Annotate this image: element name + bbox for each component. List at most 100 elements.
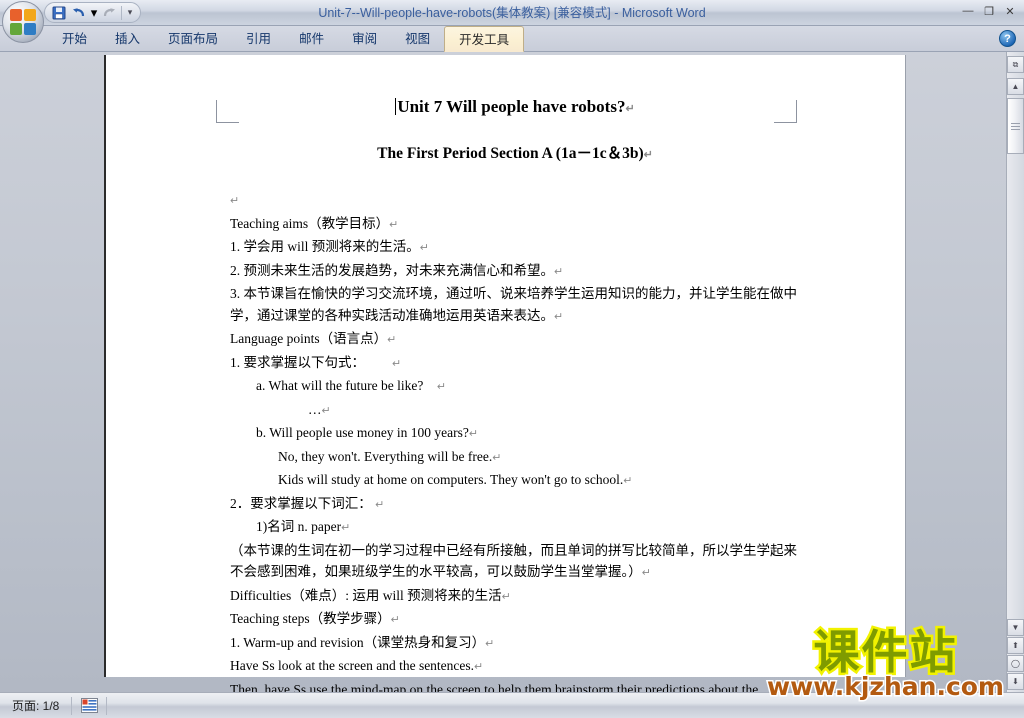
view-ruler-icon[interactable]: ⧉ bbox=[1007, 56, 1024, 73]
document-line-text: （本节课的生词在初一的学习过程中已经有所接触，而且单词的拼写比较简单，所以学生学… bbox=[230, 542, 797, 580]
status-separator bbox=[106, 696, 108, 715]
document-line: Language points（语言点）↵ bbox=[230, 328, 800, 352]
undo-dropdown-icon[interactable]: ▾ bbox=[89, 4, 99, 22]
window-title: Unit-7--Will-people-have-robots(集体教案) [兼… bbox=[318, 6, 706, 20]
document-line: ↵ bbox=[230, 189, 800, 213]
document-line-text: 3. 本节课旨在愉快的学习交流环境，通过听、说来培养学生运用知识的能力，并让学生… bbox=[230, 286, 797, 323]
help-button[interactable]: ? bbox=[999, 30, 1016, 47]
document-workspace: Unit 7 Will people have robots?↵ The Fir… bbox=[0, 52, 1024, 718]
scrollbar-grip-icon bbox=[1011, 122, 1020, 130]
scroll-down-button[interactable]: ▼ bbox=[1007, 619, 1024, 636]
document-line-text: 1. 学会用 will 预测将来的生活。 bbox=[230, 239, 420, 254]
document-line-text: a. What will the future be like? bbox=[256, 378, 437, 393]
pilcrow-icon: ↵ bbox=[468, 428, 479, 440]
tab-review[interactable]: 审阅 bbox=[338, 26, 391, 52]
pilcrow-icon: ↵ bbox=[641, 567, 651, 579]
restore-button[interactable]: ❐ bbox=[979, 2, 999, 20]
pilcrow-icon: ↵ bbox=[375, 498, 385, 511]
quick-access-toolbar: ▾ ▾ bbox=[44, 2, 141, 23]
document-line: Have Ss look at the screen and the sente… bbox=[230, 655, 800, 679]
document-line: Difficulties（难点）: 运用 will 预测将来的生活↵ bbox=[230, 585, 800, 609]
document-line-text: No, they won't. Everything will be free. bbox=[278, 448, 493, 464]
document-line-text: 1. Warm-up and revision（课堂热身和复习） bbox=[230, 634, 486, 650]
document-line-text: Language points（语言点） bbox=[230, 331, 388, 346]
scrollbar-thumb[interactable] bbox=[1007, 98, 1024, 154]
document-line-text: 2. 预测未来生活的发展趋势，对未来充满信心和希望。 bbox=[230, 262, 554, 278]
pilcrow-icon: ↵ bbox=[392, 357, 402, 370]
document-line: 1. 学会用 will 预测将来的生活。↵ bbox=[230, 236, 800, 260]
tab-view[interactable]: 视图 bbox=[391, 26, 444, 52]
document-line: No, they won't. Everything will be free.… bbox=[230, 446, 800, 470]
document-line: Teaching steps（教学步骤）↵ bbox=[230, 608, 800, 632]
document-line-text: Teaching aims（教学目标） bbox=[230, 215, 390, 231]
document-line-text: b. Will people use money in 100 years? bbox=[256, 425, 469, 440]
pilcrow-icon: ↵ bbox=[554, 265, 564, 278]
document-heading-title: Unit 7 Will people have robots?↵ bbox=[230, 97, 800, 117]
pilcrow-icon: ↵ bbox=[554, 310, 564, 323]
pilcrow-icon: ↵ bbox=[474, 661, 484, 673]
tab-mailings[interactable]: 邮件 bbox=[285, 26, 338, 52]
pilcrow-icon: ↵ bbox=[501, 590, 511, 603]
pilcrow-icon: ↵ bbox=[341, 522, 351, 534]
pilcrow-icon: ↵ bbox=[389, 218, 399, 231]
window-controls: — ❐ ✕ bbox=[958, 2, 1020, 20]
pilcrow-icon: ↵ bbox=[436, 381, 447, 393]
status-page-indicator[interactable]: 页面: 1/8 bbox=[0, 697, 71, 714]
tab-page-layout[interactable]: 页面布局 bbox=[154, 26, 232, 52]
pilcrow-icon: ↵ bbox=[390, 614, 400, 626]
select-browse-object-button[interactable]: ◯ bbox=[1007, 655, 1024, 672]
pilcrow-icon: ↵ bbox=[485, 637, 495, 650]
document-line: a. What will the future be like? ↵ bbox=[230, 375, 800, 399]
document-line: b. Will people use money in 100 years?↵ bbox=[230, 422, 800, 446]
document-paragraphs: ↵ Teaching aims（教学目标）↵ 1. 学会用 will 预测将来的生活… bbox=[230, 189, 800, 718]
document-map-icon[interactable] bbox=[72, 695, 106, 717]
pilcrow-icon: ↵ bbox=[623, 475, 633, 487]
ribbon-tabs: 开始 插入 页面布局 引用 邮件 审阅 视图 开发工具 bbox=[48, 26, 525, 52]
document-line: 1. Warm-up and revision（课堂热身和复习）↵ bbox=[230, 632, 800, 656]
office-button[interactable] bbox=[2, 1, 44, 43]
previous-page-button[interactable]: ⬆ bbox=[1007, 637, 1024, 654]
document-body[interactable]: Unit 7 Will people have robots?↵ The Fir… bbox=[230, 97, 800, 718]
document-line-text: Have Ss look at the screen and the sente… bbox=[230, 658, 475, 673]
word-application-window: Unit-7--Will-people-have-robots(集体教案) [兼… bbox=[0, 0, 1024, 718]
tab-developer[interactable]: 开发工具 bbox=[444, 26, 525, 52]
document-line-text: 1. 要求掌握以下句式： bbox=[230, 354, 392, 370]
document-line: （本节课的生词在初一的学习过程中已经有所接触，而且单词的拼写比较简单，所以学生学… bbox=[230, 540, 800, 585]
scroll-up-button[interactable]: ▲ bbox=[1007, 78, 1024, 95]
pilcrow-icon: ↵ bbox=[419, 242, 429, 254]
document-line-text: … bbox=[308, 401, 322, 417]
document-line: Kids will study at home on computers. Th… bbox=[230, 469, 800, 493]
tab-home[interactable]: 开始 bbox=[48, 26, 101, 52]
minimize-button[interactable]: — bbox=[958, 2, 978, 20]
title-bar: Unit-7--Will-people-have-robots(集体教案) [兼… bbox=[0, 0, 1024, 26]
close-button[interactable]: ✕ bbox=[1000, 2, 1020, 20]
document-line-text: Difficulties（难点）: 运用 will 预测将来的生活 bbox=[230, 587, 502, 603]
tab-insert[interactable]: 插入 bbox=[101, 26, 154, 52]
pilcrow-icon: ↵ bbox=[321, 404, 331, 417]
pilcrow-icon: ↵ bbox=[643, 149, 653, 161]
next-page-button[interactable]: ⬇ bbox=[1007, 673, 1024, 690]
pilcrow-icon: ↵ bbox=[230, 195, 240, 207]
redo-icon bbox=[99, 4, 119, 22]
document-page[interactable]: Unit 7 Will people have robots?↵ The Fir… bbox=[104, 55, 906, 718]
heading-title-text: Unit 7 Will people have robots? bbox=[397, 97, 626, 116]
undo-icon[interactable] bbox=[69, 4, 89, 22]
document-heading-subtitle: The First Period Section A (1a－1c＆3b)↵ bbox=[230, 141, 800, 163]
ribbon-tab-bar: 开始 插入 页面布局 引用 邮件 审阅 视图 开发工具 ? bbox=[0, 26, 1024, 52]
vertical-scrollbar[interactable]: ⧉ ▲ ▼ ⬆ ◯ ⬇ bbox=[1006, 52, 1024, 692]
document-line: 1. 要求掌握以下句式： ↵ bbox=[230, 352, 800, 376]
document-line-text: Kids will study at home on computers. Th… bbox=[278, 472, 624, 487]
qat-separator bbox=[121, 5, 122, 20]
document-line: 2．要求掌握以下词汇： ↵ bbox=[230, 493, 800, 517]
pilcrow-icon: ↵ bbox=[492, 451, 502, 464]
status-bar: 页面: 1/8 bbox=[0, 692, 1024, 718]
document-line-text: Teaching steps（教学步骤） bbox=[230, 611, 391, 626]
customize-qat-icon[interactable]: ▾ bbox=[124, 4, 136, 22]
document-line-text: 1)名词 n. paper bbox=[256, 519, 342, 534]
tab-references[interactable]: 引用 bbox=[232, 26, 285, 52]
document-line: Teaching aims（教学目标）↵ bbox=[230, 213, 800, 237]
save-icon[interactable] bbox=[49, 4, 69, 22]
pilcrow-icon: ↵ bbox=[625, 103, 635, 115]
document-line: 1)名词 n. paper↵ bbox=[230, 516, 800, 540]
document-line: …↵ bbox=[230, 399, 800, 423]
